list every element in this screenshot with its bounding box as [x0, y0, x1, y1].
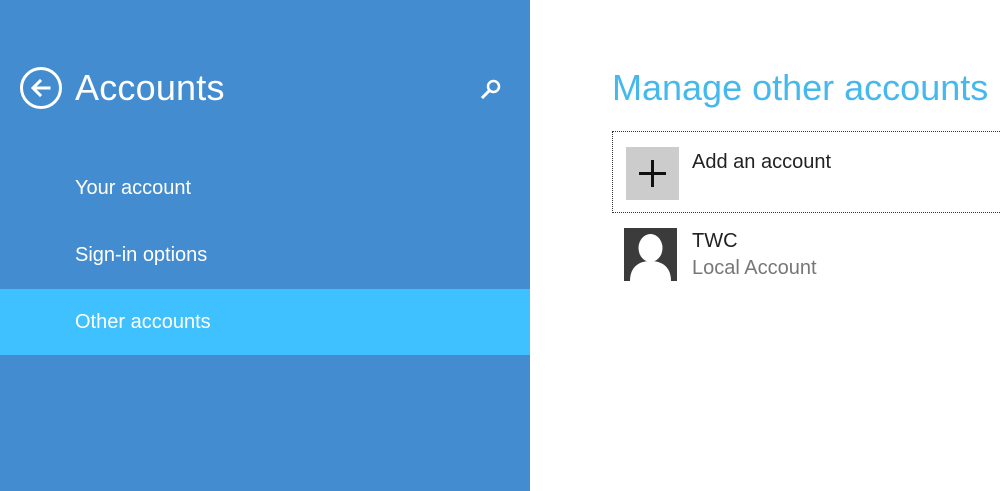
- avatar: [624, 228, 677, 281]
- account-type: Local Account: [692, 257, 817, 279]
- sidebar-item-label: Your account: [75, 177, 192, 199]
- sidebar-item-label: Other accounts: [75, 311, 211, 333]
- add-account-label: Add an account: [692, 151, 831, 173]
- sidebar-item-sign-in-options[interactable]: Sign-in options: [0, 222, 530, 288]
- sidebar: Accounts Your account Sign-in options Ot…: [0, 0, 530, 491]
- account-name: TWC: [692, 230, 738, 252]
- user-avatar-icon: [624, 228, 677, 281]
- sidebar-item-other-accounts[interactable]: Other accounts: [0, 289, 530, 355]
- sidebar-nav: Your account Sign-in options Other accou…: [0, 155, 530, 355]
- page-title: Manage other accounts: [612, 67, 989, 108]
- plus-icon: [639, 160, 666, 187]
- add-account-button[interactable]: Add an account: [612, 131, 1000, 213]
- search-button[interactable]: [478, 75, 506, 103]
- sidebar-item-label: Sign-in options: [75, 244, 208, 266]
- back-button[interactable]: [20, 67, 62, 109]
- pc-settings-window: Accounts Your account Sign-in options Ot…: [0, 0, 1000, 491]
- add-account-tile: [626, 147, 679, 200]
- sidebar-title: Accounts: [75, 67, 225, 108]
- account-list-item[interactable]: TWC Local Account: [624, 228, 984, 284]
- back-arrow-icon: [30, 78, 51, 98]
- main-content: Manage other accounts Add an account TWC…: [530, 0, 1000, 491]
- search-icon: [480, 79, 501, 100]
- sidebar-item-your-account[interactable]: Your account: [0, 155, 530, 221]
